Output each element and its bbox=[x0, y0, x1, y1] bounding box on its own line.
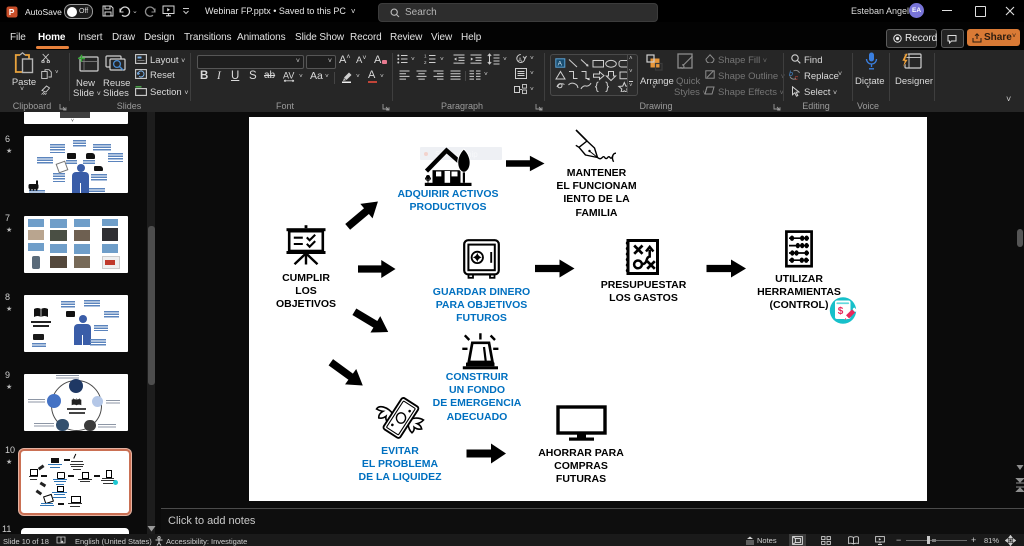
svg-text:b: b bbox=[789, 71, 793, 78]
svg-text:2: 2 bbox=[424, 60, 427, 64]
svg-text:A: A bbox=[518, 58, 522, 64]
svg-text:c: c bbox=[795, 75, 799, 81]
svg-text:$: $ bbox=[838, 306, 844, 317]
svg-text:1: 1 bbox=[424, 54, 427, 59]
svg-text:AV: AV bbox=[283, 71, 294, 81]
svg-text:A: A bbox=[558, 61, 563, 68]
svg-text:P: P bbox=[9, 7, 15, 17]
